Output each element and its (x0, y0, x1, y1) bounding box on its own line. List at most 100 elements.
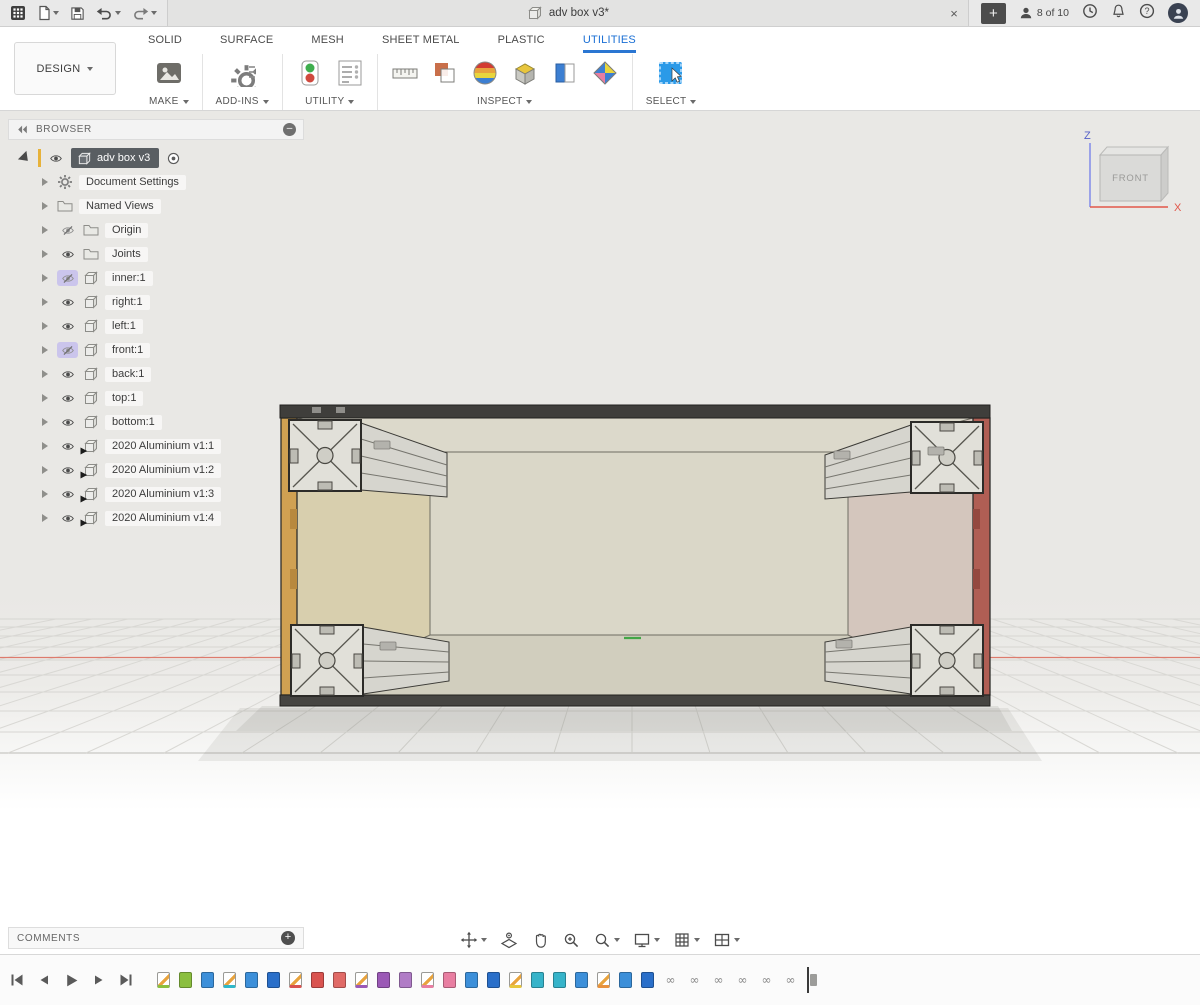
make-image-icon[interactable] (155, 59, 183, 87)
select-window-icon[interactable] (656, 59, 686, 87)
app-status-lights-icon[interactable] (296, 59, 324, 87)
file-menu-button[interactable] (37, 5, 59, 21)
save-button[interactable] (70, 6, 85, 21)
viewport-canvas[interactable]: BROWSER – adv box v3 Docum (0, 111, 1200, 954)
group-label-utility[interactable]: UTILITY (305, 96, 354, 107)
timeline-sketch-icon[interactable] (355, 972, 368, 988)
browser-row-back[interactable]: back:1 (8, 362, 304, 386)
zoom-window-button[interactable] (562, 931, 580, 949)
parameters-form-icon[interactable] (336, 59, 364, 87)
minimize-panel-icon[interactable]: – (283, 123, 296, 136)
browser-item-label[interactable]: inner:1 (105, 271, 153, 286)
browser-row-document-settings[interactable]: Document Settings (8, 170, 304, 194)
expand-arrow-icon[interactable] (42, 346, 48, 354)
collapse-panel-icon[interactable] (16, 124, 29, 135)
browser-row-aluminium-1[interactable]: 2020 Aluminium v1:1 (8, 434, 304, 458)
expand-arrow-icon[interactable] (42, 370, 48, 378)
top-panel-edge[interactable] (280, 405, 990, 418)
look-at-button[interactable] (500, 931, 518, 949)
expand-arrow-icon[interactable] (42, 418, 48, 426)
browser-item-label[interactable]: 2020 Aluminium v1:4 (105, 511, 221, 526)
visibility-eye-icon[interactable] (57, 414, 78, 430)
timeline-skip-start-button[interactable] (10, 973, 24, 987)
timeline-skip-end-button[interactable] (119, 973, 133, 987)
browser-item-label[interactable]: Joints (105, 247, 148, 262)
redo-button[interactable] (132, 6, 157, 21)
browser-row-left[interactable]: left:1 (8, 314, 304, 338)
expand-arrow-icon[interactable] (42, 394, 48, 402)
help-button[interactable]: ? (1139, 3, 1155, 24)
visibility-eye-icon[interactable] (57, 294, 78, 310)
timeline-feature-track[interactable]: ∞∞∞∞∞∞ (157, 964, 1190, 996)
component-activate-radio[interactable] (166, 151, 181, 166)
browser-row-joints[interactable]: Joints (8, 242, 304, 266)
add-comment-icon[interactable]: + (281, 931, 295, 945)
timeline-box-icon[interactable] (179, 972, 192, 988)
browser-root-row[interactable]: adv box v3 (8, 146, 304, 170)
viewports-button[interactable] (713, 931, 740, 949)
timeline-box-icon[interactable] (619, 972, 632, 988)
timeline-box-icon[interactable] (641, 972, 654, 988)
browser-item-label[interactable]: 2020 Aluminium v1:2 (105, 463, 221, 478)
timeline-joint-icon[interactable]: ∞ (759, 972, 774, 988)
measure-icon[interactable] (391, 59, 419, 87)
timeline-sketch-icon[interactable] (157, 972, 170, 988)
group-label-make[interactable]: MAKE (149, 96, 189, 107)
visibility-eye-icon[interactable] (57, 438, 78, 454)
timeline-box-icon[interactable] (311, 972, 324, 988)
visibility-eye-off-icon[interactable] (57, 222, 78, 238)
group-label-addins[interactable]: ADD-INS (216, 96, 269, 107)
expand-arrow-icon[interactable] (42, 178, 48, 186)
viewcube-face-label[interactable]: FRONT (1112, 173, 1149, 184)
timeline-box-icon[interactable] (377, 972, 390, 988)
timeline-box-icon[interactable] (399, 972, 412, 988)
timeline-sketch-icon[interactable] (421, 972, 434, 988)
tab-utilities[interactable]: UTILITIES (583, 34, 636, 53)
browser-row-origin[interactable]: Origin (8, 218, 304, 242)
viewcube-right-face[interactable] (1161, 147, 1168, 201)
timeline-box-icon[interactable] (575, 972, 588, 988)
expand-arrow-icon[interactable] (42, 202, 48, 210)
expand-arrow-icon[interactable] (42, 322, 48, 330)
timeline-step-back-button[interactable] (37, 973, 51, 987)
curvature-map-icon[interactable] (471, 59, 499, 87)
timeline-joint-icon[interactable]: ∞ (687, 972, 702, 988)
timeline-box-icon[interactable] (245, 972, 258, 988)
visibility-eye-off-icon[interactable] (57, 270, 78, 286)
browser-row-top[interactable]: top:1 (8, 386, 304, 410)
undo-button[interactable] (96, 6, 121, 21)
expand-arrow-icon[interactable] (42, 490, 48, 498)
tab-solid[interactable]: SOLID (148, 34, 182, 53)
expand-arrow-icon[interactable] (42, 466, 48, 474)
browser-item-label[interactable]: right:1 (105, 295, 150, 310)
timeline-box-icon[interactable] (267, 972, 280, 988)
visibility-eye-icon[interactable] (57, 462, 78, 478)
timeline-joint-icon[interactable]: ∞ (783, 972, 798, 988)
comments-bar[interactable]: COMMENTS + (8, 927, 304, 949)
timeline-sketch-icon[interactable] (597, 972, 610, 988)
browser-item-label[interactable]: Document Settings (79, 175, 186, 190)
visibility-eye-icon[interactable] (57, 510, 78, 526)
visibility-eye-icon[interactable] (45, 150, 66, 166)
timeline-box-icon[interactable] (443, 972, 456, 988)
tab-plastic[interactable]: PLASTIC (498, 34, 545, 53)
expand-arrow-icon[interactable] (18, 151, 32, 165)
timeline-step-forward-button[interactable] (92, 973, 106, 987)
browser-row-aluminium-2[interactable]: 2020 Aluminium v1:2 (8, 458, 304, 482)
browser-item-label[interactable]: Named Views (79, 199, 161, 214)
timeline-position-marker[interactable] (807, 967, 817, 993)
browser-row-inner[interactable]: inner:1 (8, 266, 304, 290)
timeline-sketch-icon[interactable] (509, 972, 522, 988)
browser-item-label[interactable]: 2020 Aluminium v1:1 (105, 439, 221, 454)
browser-item-label[interactable]: Origin (105, 223, 148, 238)
interior-back-wall[interactable] (430, 452, 848, 635)
browser-header[interactable]: BROWSER – (8, 119, 304, 140)
timeline-play-button[interactable] (64, 973, 79, 988)
expand-arrow-icon[interactable] (42, 442, 48, 450)
timeline-sketch-icon[interactable] (289, 972, 302, 988)
notifications-button[interactable] (1111, 3, 1126, 24)
tab-surface[interactable]: SURFACE (220, 34, 273, 53)
interference-icon[interactable] (431, 59, 459, 87)
visibility-eye-off-icon[interactable] (57, 342, 78, 358)
group-label-select[interactable]: SELECT (646, 96, 697, 107)
